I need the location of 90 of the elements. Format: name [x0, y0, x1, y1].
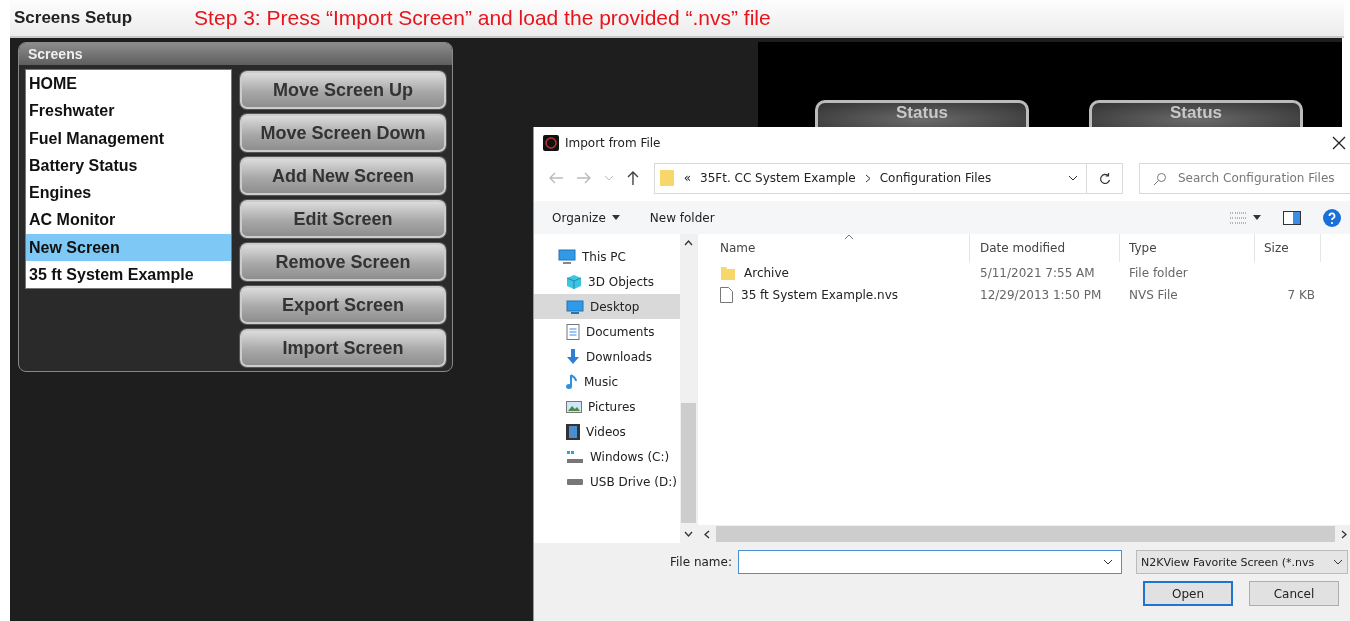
- screen-action-button[interactable]: Move Screen Down: [240, 114, 446, 152]
- screen-list-item[interactable]: Engines: [26, 179, 231, 207]
- drive-icon: [566, 449, 584, 464]
- dialog-title: Import from File: [565, 136, 661, 150]
- nav-item[interactable]: Windows (C:): [534, 444, 680, 469]
- file-type: File folder: [1128, 266, 1189, 280]
- folder-icon: [720, 265, 736, 281]
- screen-action-button[interactable]: Import Screen: [240, 329, 446, 367]
- file-icon: [720, 287, 733, 303]
- refresh-button[interactable]: [1087, 162, 1123, 194]
- computer-icon: [558, 248, 576, 265]
- address-bar[interactable]: « 35Ft. CC System Example Configuration Files: [653, 162, 1088, 194]
- screen-list-item[interactable]: Fuel Management: [26, 124, 231, 152]
- help-icon[interactable]: [1323, 208, 1341, 227]
- caret-icon[interactable]: [1253, 215, 1261, 220]
- file-type: NVS File: [1128, 288, 1179, 302]
- nav-item[interactable]: 3D Objects: [534, 269, 680, 294]
- screen-list-item[interactable]: New Screen: [26, 233, 231, 261]
- file-type-dropdown[interactable]: N2KView Favorite Screen (*.nvs: [1135, 550, 1348, 574]
- file-name: Archive: [744, 266, 789, 280]
- screen-list-item[interactable]: HOME: [26, 70, 231, 98]
- music-note-icon: [566, 373, 578, 390]
- nav-item[interactable]: Music: [534, 369, 680, 394]
- caret-icon[interactable]: [611, 215, 620, 220]
- film-icon: [566, 423, 580, 440]
- nav-item[interactable]: Videos: [534, 419, 680, 444]
- search-field[interactable]: Search Configuration Files: [1139, 162, 1350, 194]
- file-name-field[interactable]: [737, 550, 1122, 574]
- vertical-scrollbar[interactable]: [680, 234, 697, 543]
- nav-item[interactable]: Desktop: [534, 294, 680, 319]
- organize-menu[interactable]: Organize: [552, 210, 606, 225]
- breadcrumb[interactable]: 35Ft. CC System Example: [700, 171, 856, 185]
- column-header[interactable]: Date modified: [970, 234, 1120, 262]
- panel-title: Screens: [19, 43, 452, 65]
- scroll-left-icon[interactable]: [704, 529, 710, 539]
- dialog-button[interactable]: Open: [1143, 581, 1233, 606]
- chevron-icon: [864, 173, 871, 183]
- monitor-icon: [566, 299, 584, 314]
- horizontal-scrollbar[interactable]: [698, 525, 1350, 543]
- nav-item[interactable]: Documents: [534, 319, 680, 344]
- column-header[interactable]: Size: [1255, 234, 1321, 262]
- nav-item[interactable]: Downloads: [534, 344, 680, 369]
- dialog-button[interactable]: Cancel: [1249, 581, 1339, 606]
- screen-action-button[interactable]: Add New Screen: [240, 157, 446, 195]
- file-date: 12/29/2013 1:50 PM: [979, 288, 1103, 302]
- drive-icon: [566, 477, 584, 486]
- screen-action-button[interactable]: Remove Screen: [240, 243, 446, 281]
- column-header[interactable]: Type: [1120, 234, 1255, 262]
- screen-list-item[interactable]: AC Monitor: [26, 206, 231, 234]
- dropdown-icon[interactable]: [1102, 559, 1113, 565]
- refresh-icon: [1098, 171, 1111, 185]
- nav-item[interactable]: This PC: [534, 244, 680, 269]
- screen-action-button[interactable]: Edit Screen: [240, 200, 446, 238]
- close-icon[interactable]: [1332, 136, 1346, 150]
- app-icon: [543, 135, 559, 151]
- sort-caret-icon: [844, 234, 854, 240]
- scrollbar-thumb[interactable]: [716, 526, 1335, 542]
- nav-item[interactable]: Pictures: [534, 394, 680, 419]
- file-name-label: File name:: [670, 555, 732, 569]
- document-icon: [566, 323, 580, 340]
- cube-icon: [566, 273, 582, 290]
- screen-list-item[interactable]: 35 ft System Example: [26, 260, 231, 288]
- search-icon: [1153, 171, 1167, 186]
- page-title: Screens Setup: [13, 8, 133, 28]
- scroll-down-icon[interactable]: [684, 531, 693, 537]
- file-date: 5/11/2021 7:55 AM: [979, 266, 1096, 280]
- file-size: 7 KB: [1286, 288, 1316, 302]
- new-folder-button[interactable]: New folder: [649, 210, 715, 225]
- screen-action-button[interactable]: Export Screen: [240, 286, 446, 324]
- column-header[interactable]: Name: [698, 234, 970, 262]
- scroll-up-icon[interactable]: [684, 240, 693, 246]
- breadcrumb[interactable]: «: [683, 171, 691, 185]
- screen-list-item[interactable]: Freshwater: [26, 97, 231, 125]
- screen-action-button[interactable]: Move Screen Up: [240, 71, 446, 109]
- file-row[interactable]: 35 ft System Example.nvs 12/29/2013 1:50 PM NVS File 7 KB: [698, 284, 1350, 306]
- folder-icon: [658, 169, 675, 187]
- instruction-caption: Step 3: Press “Import Screen” and load the provided “.nvs” file: [194, 6, 771, 30]
- preview-pane-icon[interactable]: [1283, 210, 1301, 225]
- nav-item[interactable]: USB Drive (D:): [534, 469, 680, 494]
- dropdown-icon[interactable]: [1068, 175, 1079, 181]
- breadcrumb[interactable]: Configuration Files: [879, 171, 992, 185]
- file-name: 35 ft System Example.nvs: [741, 288, 898, 302]
- file-row[interactable]: Archive 5/11/2021 7:55 AM File folder: [698, 262, 1350, 284]
- download-arrow-icon: [566, 348, 580, 365]
- scroll-right-icon[interactable]: [1341, 529, 1347, 539]
- picture-icon: [566, 399, 582, 414]
- dropdown-icon: [1332, 559, 1343, 565]
- screen-list-item[interactable]: Battery Status: [26, 151, 231, 179]
- up-arrow-icon[interactable]: [625, 170, 640, 186]
- scrollbar-thumb[interactable]: [681, 403, 696, 523]
